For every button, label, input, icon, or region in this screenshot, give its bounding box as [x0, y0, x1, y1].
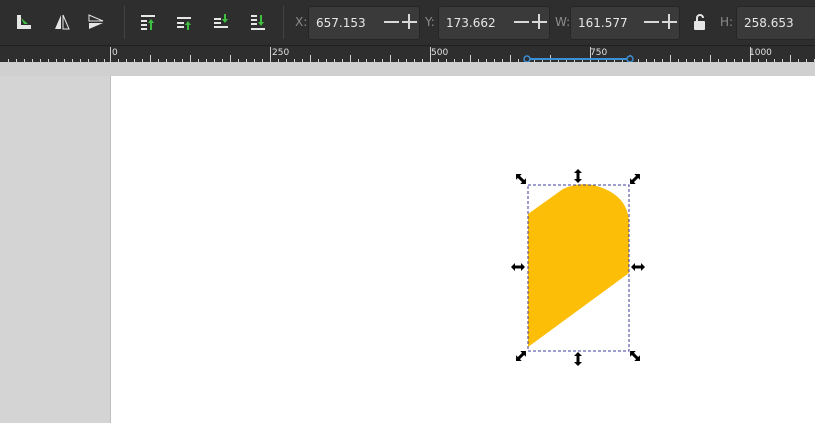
resize-handle-top-right[interactable]	[627, 171, 643, 187]
flip-vertical-icon	[88, 14, 104, 29]
horizontal-ruler[interactable]: 0 250 500 750 1000	[0, 45, 815, 63]
y-value[interactable]: 173.662	[446, 16, 496, 30]
toolbar: X: 657.153 Y: 173.662 W: 161.577 H: 258.…	[0, 0, 815, 45]
w-label: W:	[555, 15, 571, 29]
raise-icon	[177, 17, 191, 30]
resize-handle-bottom[interactable]	[574, 352, 582, 366]
flip-horizontal-button[interactable]	[48, 8, 76, 36]
resize-handle-right[interactable]	[631, 263, 645, 271]
w-decrement-button[interactable]	[643, 12, 661, 32]
ruler-gutter	[0, 62, 815, 76]
y-field[interactable]: 173.662	[438, 6, 550, 40]
x-decrement-button[interactable]	[383, 12, 401, 32]
resize-handle-left[interactable]	[511, 263, 525, 271]
selection-layer	[511, 169, 645, 366]
w-value[interactable]: 161.577	[578, 16, 628, 30]
ruler-label: 1000	[749, 48, 772, 58]
resize-handle-bottom-right[interactable]	[627, 348, 643, 364]
lower-button[interactable]	[207, 8, 235, 36]
lower-to-bottom-button[interactable]	[244, 8, 272, 36]
x-increment-button[interactable]	[401, 12, 419, 32]
transform-icon	[17, 15, 31, 29]
toolbar-separator	[283, 6, 284, 39]
ruler-label: 0	[112, 48, 118, 58]
h-label: H:	[720, 15, 734, 29]
x-label: X:	[295, 15, 308, 29]
x-field[interactable]: 657.153	[308, 6, 420, 40]
w-field[interactable]: 161.577	[570, 6, 680, 40]
yellow-shape[interactable]	[528, 184, 629, 347]
y-decrement-button[interactable]	[513, 12, 531, 32]
ruler-label: 500	[431, 48, 449, 58]
resize-handle-top[interactable]	[574, 169, 582, 183]
y-increment-button[interactable]	[531, 12, 549, 32]
flip-vertical-button[interactable]	[82, 8, 110, 36]
w-increment-button[interactable]	[661, 12, 679, 32]
ruler-label: 750	[590, 48, 608, 58]
raise-to-top-button[interactable]	[134, 8, 162, 36]
raise-to-top-icon	[141, 15, 155, 30]
raise-button[interactable]	[170, 8, 198, 36]
lock-proportions-button[interactable]	[691, 13, 709, 31]
h-field[interactable]: 258.653	[736, 6, 815, 40]
ruler-label: 250	[272, 48, 290, 58]
ruler-ticks	[8, 47, 815, 63]
lower-to-bottom-icon	[251, 15, 265, 30]
unlocked-padlock-icon	[694, 14, 705, 30]
resize-handle-top-left[interactable]	[513, 171, 529, 187]
x-value[interactable]: 657.153	[316, 16, 366, 30]
h-value[interactable]: 258.653	[744, 16, 794, 30]
transform-object-button[interactable]	[10, 8, 38, 36]
resize-handle-bottom-left[interactable]	[513, 348, 529, 364]
canvas-area[interactable]	[0, 76, 815, 423]
lower-icon	[214, 14, 228, 28]
y-label: Y:	[425, 15, 435, 29]
flip-horizontal-icon	[55, 14, 70, 30]
toolbar-separator	[124, 6, 125, 39]
